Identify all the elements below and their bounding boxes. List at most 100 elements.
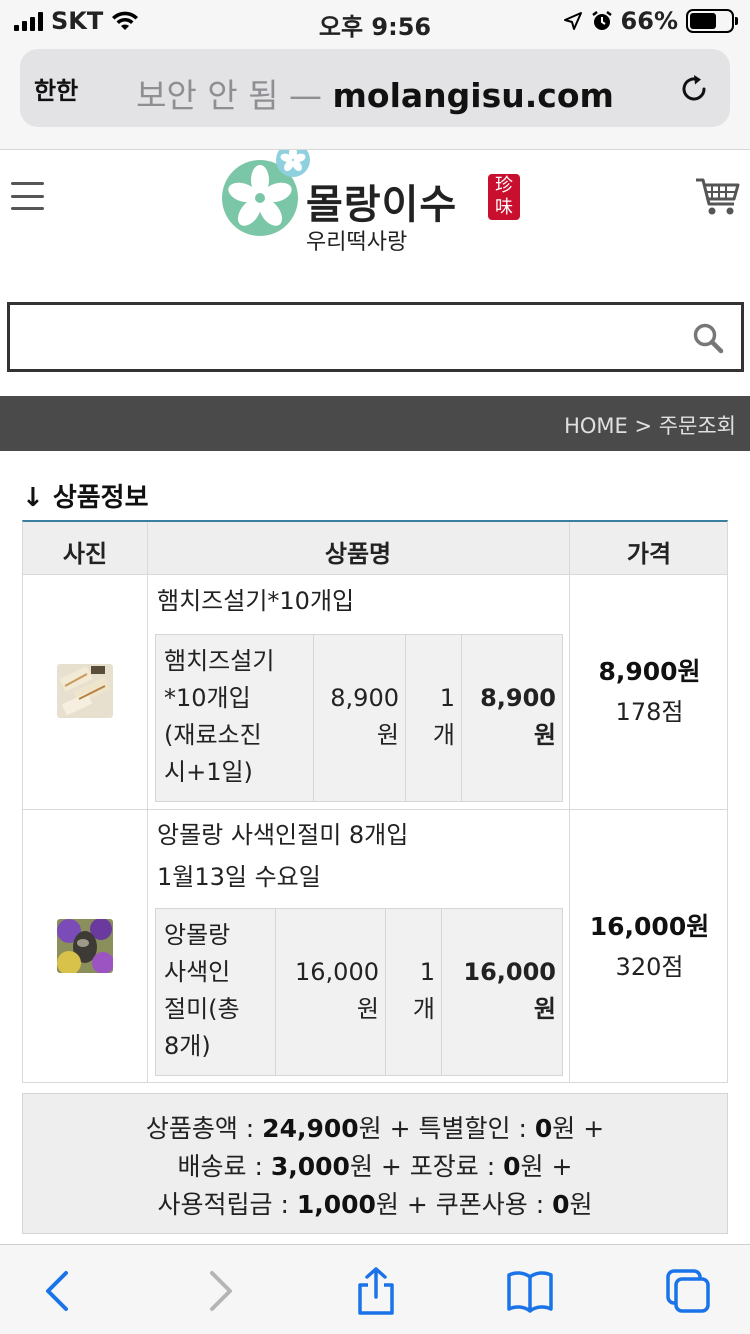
quantity-value: 1	[439, 684, 455, 712]
option-table: 앙몰랑 사색인 절미(총 8개) 16,000 원 1 개 16,000 원	[155, 908, 563, 1076]
subtotal-value: 16,000	[463, 958, 556, 986]
browser-top-bar: 한한 보안 안 됨 — molangisu.com	[0, 42, 750, 150]
option-table: 햄치즈설기 *10개입 (재료소진 시+1일) 8,900 원 1 개 8,90…	[155, 634, 563, 802]
item-price: 8,900원	[598, 657, 701, 686]
hamburger-menu-icon[interactable]	[11, 182, 44, 210]
order-table: 사진 상품명 가격 햄치즈설기*10개입 햄치즈설기 *10개입 (재료소진 시…	[22, 520, 728, 1083]
summary-line-3: 사용적립금 : 1,000원 + 쿠폰사용 : 0원	[23, 1186, 727, 1224]
packing-value: 0	[503, 1152, 521, 1181]
unit-price: 16,000 원	[276, 909, 386, 1075]
site-header: 몰랑이수 우리떡사랑 珍味	[0, 150, 750, 290]
address-bar[interactable]: 한한 보안 안 됨 — molangisu.com	[20, 49, 730, 127]
forward-icon[interactable]	[196, 1267, 244, 1315]
coupon-label: 원 + 쿠폰사용 :	[375, 1190, 545, 1219]
unit-price-value: 8,900	[330, 684, 399, 712]
subtotal-unit: 원	[533, 995, 556, 1023]
col-divider	[147, 522, 148, 1082]
discount-tail: 원 +	[552, 1114, 605, 1143]
domain-label: molangisu.com	[332, 76, 614, 115]
option-line: (재료소진	[164, 721, 262, 749]
quantity-value: 1	[419, 958, 435, 986]
status-bar: SKT 오후 9:56 66%	[0, 0, 750, 42]
option-line: *10개입	[164, 684, 251, 712]
col-divider	[569, 522, 570, 1082]
unit-price-unit: 원	[356, 995, 379, 1023]
shipping-label: 배송료 :	[177, 1152, 263, 1181]
goods-total-value: 24,900	[262, 1114, 359, 1143]
reload-icon[interactable]	[676, 71, 712, 107]
points-used-label: 사용적립금 :	[157, 1190, 289, 1219]
option-name: 햄치즈설기 *10개입 (재료소진 시+1일)	[156, 635, 314, 801]
url-display[interactable]: 보안 안 됨 — molangisu.com	[0, 69, 750, 117]
item-points: 320점	[615, 953, 684, 981]
shipping-value: 3,000	[270, 1152, 350, 1181]
price-cell: 16,000원 320점	[571, 907, 728, 987]
breadcrumb-bar: HOME > 주문조회	[0, 396, 750, 451]
unit-price: 8,900 원	[314, 635, 406, 801]
subtotal-value: 8,900	[480, 684, 556, 712]
cart-icon[interactable]	[694, 176, 740, 216]
breadcrumb[interactable]: HOME > 주문조회	[564, 410, 736, 440]
share-icon[interactable]	[352, 1267, 400, 1315]
tabs-icon[interactable]	[664, 1267, 712, 1315]
product-name[interactable]: 앙몰랑 사색인절미 8개입 1월13일 수요일	[157, 814, 408, 898]
product-thumbnail[interactable]	[57, 919, 113, 973]
header-product-name: 상품명	[324, 540, 392, 568]
status-right: 66%	[563, 7, 738, 35]
option-line: 사색인	[164, 958, 231, 986]
packing-label: 원 + 포장료 :	[349, 1152, 496, 1181]
site-logo[interactable]: 몰랑이수 우리떡사랑 珍味	[220, 150, 530, 260]
header-photo: 사진	[62, 540, 108, 568]
subtotal: 16,000 원	[442, 909, 562, 1075]
option-line: 햄치즈설기	[164, 647, 275, 675]
item-points: 178점	[615, 698, 684, 726]
discount-value: 0	[534, 1114, 553, 1143]
points-used-value: 1,000	[296, 1190, 376, 1219]
section-title: ↓ 상품정보	[22, 483, 149, 513]
product-name-line: 앙몰랑 사색인절미 8개입	[157, 821, 409, 849]
quantity: 1 개	[386, 909, 442, 1075]
search-input[interactable]	[7, 302, 744, 372]
coupon-value: 0	[552, 1190, 570, 1219]
option-line: 절미(총	[164, 995, 240, 1023]
logo-subtitle: 우리떡사랑	[306, 230, 408, 255]
price-cell: 8,900원 178점	[571, 652, 728, 732]
option-line: 시+1일)	[164, 758, 253, 786]
browser-toolbar	[0, 1244, 750, 1334]
bookmarks-icon[interactable]	[506, 1267, 554, 1315]
battery-icon	[686, 9, 738, 33]
option-line: 8개)	[164, 1032, 211, 1060]
battery-percent: 66%	[620, 7, 678, 35]
product-name-line: 햄치즈설기*10개입	[157, 587, 355, 615]
option-line: 앙몰랑	[164, 921, 231, 949]
not-secure-label: 보안 안 됨 —	[136, 76, 323, 115]
subtotal-unit: 원	[533, 721, 556, 749]
table-header-row: 사진 상품명 가격	[23, 522, 727, 575]
option-name: 앙몰랑 사색인 절미(총 8개)	[156, 909, 276, 1075]
product-name[interactable]: 햄치즈설기*10개입	[157, 580, 354, 622]
packing-tail: 원 +	[520, 1152, 573, 1181]
quantity: 1 개	[406, 635, 462, 801]
location-icon	[563, 12, 582, 30]
item-price: 16,000원	[589, 912, 710, 941]
subtotal: 8,900 원	[462, 635, 562, 801]
search-icon[interactable]	[692, 322, 724, 354]
logo-name: 몰랑이수	[306, 182, 458, 228]
summary-line-1: 상품총액 : 24,900원 + 특별할인 : 0원 +	[23, 1110, 727, 1148]
back-icon[interactable]	[34, 1267, 82, 1315]
row-divider	[23, 809, 727, 810]
alarm-icon	[591, 11, 612, 30]
summary-line-2: 배송료 : 3,000원 + 포장료 : 0원 +	[23, 1148, 727, 1186]
quantity-unit: 개	[432, 721, 455, 749]
discount-label: + 특별할인 :	[389, 1114, 527, 1143]
unit-price-unit: 원	[376, 721, 399, 749]
header-price: 가격	[626, 540, 672, 568]
order-summary: 상품총액 : 24,900원 + 특별할인 : 0원 + 배송료 : 3,000…	[22, 1093, 728, 1234]
coupon-tail: 원	[569, 1190, 593, 1219]
unit-price-value: 16,000	[295, 958, 379, 986]
logo-seal: 珍味	[488, 174, 520, 220]
won-unit: 원	[358, 1114, 382, 1143]
quantity-unit: 개	[412, 995, 435, 1023]
goods-total-label: 상품총액 :	[145, 1114, 255, 1143]
product-thumbnail[interactable]	[57, 664, 113, 718]
